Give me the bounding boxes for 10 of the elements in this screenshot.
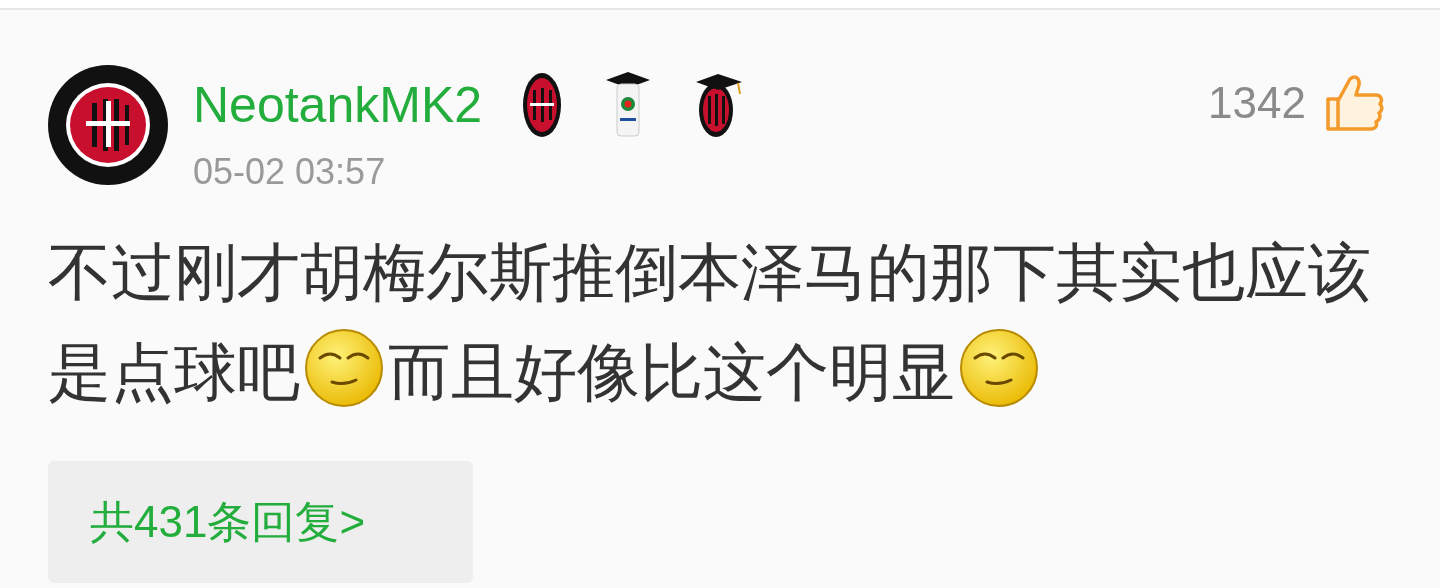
- timestamp: 05-02 03:57: [193, 151, 387, 193]
- comment-text: 不过刚才胡梅尔斯推倒本泽马的那下其实也应该是点球吧 而且好像比这个明显: [48, 235, 1372, 411]
- emoji-icon: [959, 328, 1039, 408]
- like-count: 1342: [1208, 78, 1306, 128]
- club-badge-icon: [522, 72, 563, 138]
- username[interactable]: NeotankMK2: [193, 76, 483, 134]
- avatar-icon[interactable]: [48, 65, 168, 185]
- replies-button[interactable]: 共431条回复>: [48, 461, 473, 583]
- thumbs-up-icon[interactable]: [1324, 73, 1384, 133]
- emoji-icon: [304, 328, 384, 408]
